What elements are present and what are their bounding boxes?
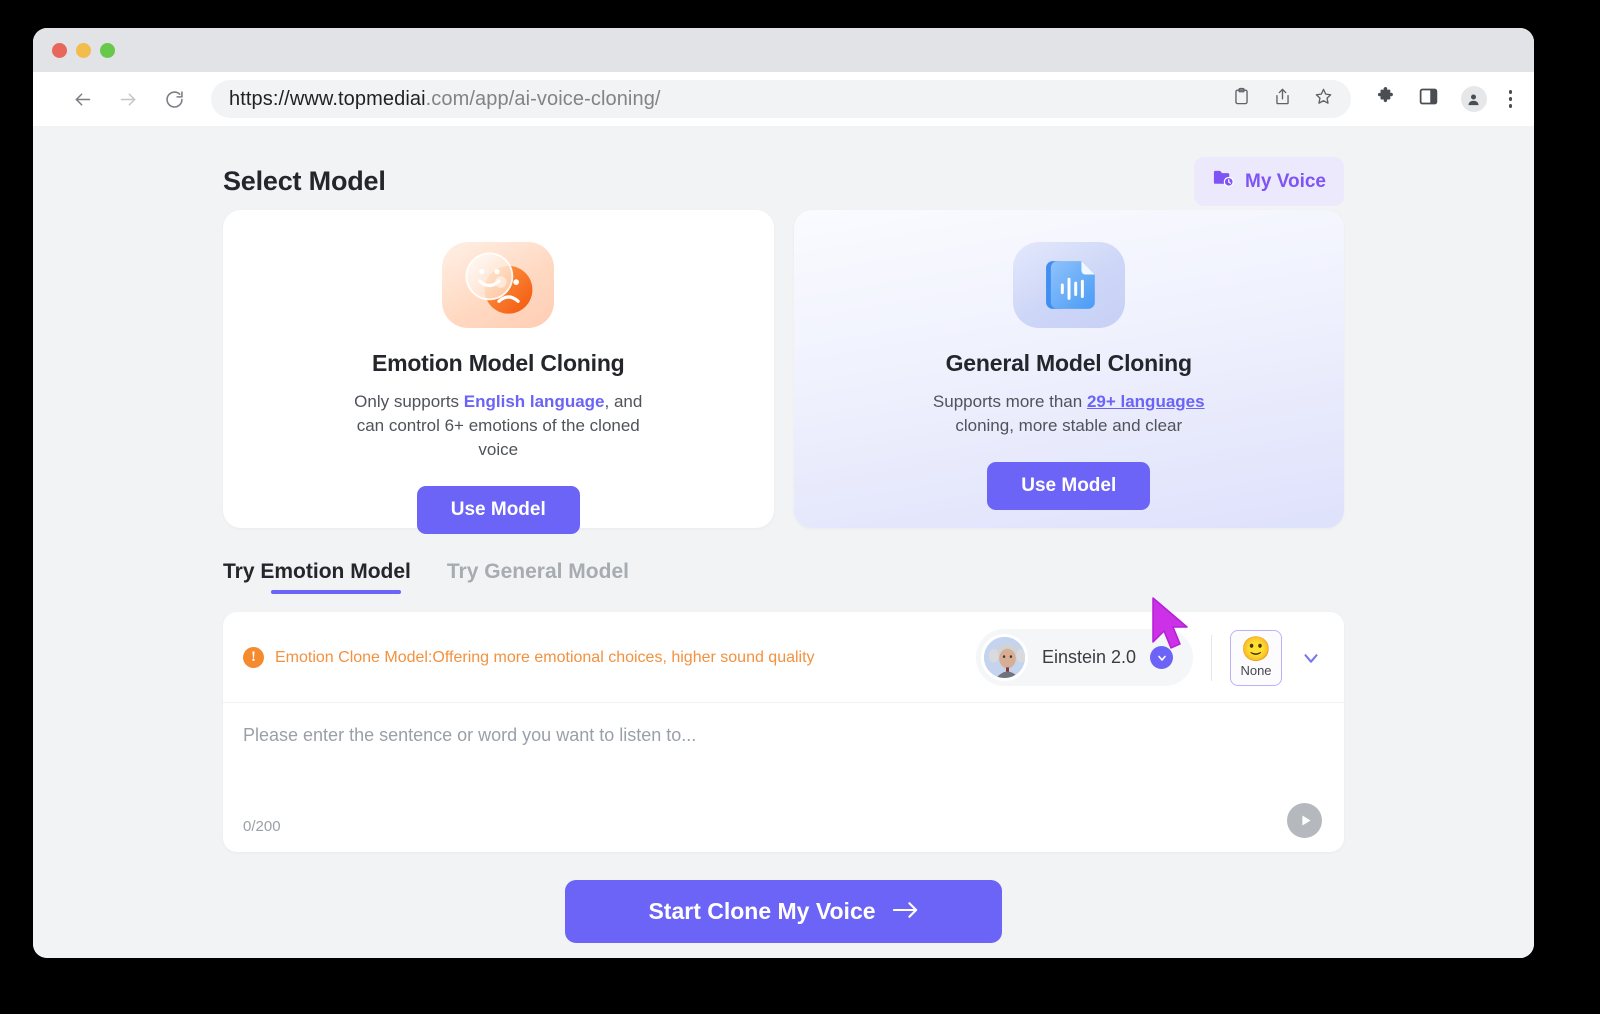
omnibox-icons bbox=[1232, 87, 1333, 111]
english-language-link[interactable]: English language bbox=[464, 392, 605, 411]
tab-try-general-model[interactable]: Try General Model bbox=[447, 560, 629, 594]
url-path: .com/app/ai-voice-cloning/ bbox=[425, 87, 661, 110]
emotion-label: None bbox=[1240, 662, 1272, 678]
desc-suffix: cloning, more stable and clear bbox=[955, 416, 1183, 436]
back-arrow-icon[interactable] bbox=[71, 88, 93, 110]
card-title: Emotion Model Cloning bbox=[371, 350, 625, 376]
tab-label: General Model bbox=[484, 560, 629, 583]
start-clone-my-voice-button[interactable]: Start Clone My Voice bbox=[565, 880, 1002, 943]
use-model-button-general[interactable]: Use Model bbox=[987, 462, 1151, 511]
reload-icon[interactable] bbox=[163, 88, 185, 110]
play-icon[interactable] bbox=[1287, 803, 1322, 838]
notice-text: Emotion Clone Model:Offering more emotio… bbox=[275, 648, 815, 666]
card-title: General Model Cloning bbox=[945, 350, 1192, 376]
cta-container: Start Clone My Voice bbox=[223, 880, 1344, 943]
emotion-faces-icon bbox=[442, 242, 555, 328]
share-icon[interactable] bbox=[1273, 87, 1292, 111]
model-card-list: Emotion Model Cloning Only supports Engl… bbox=[223, 210, 1344, 535]
emotion-chevron-down-icon[interactable] bbox=[1296, 647, 1322, 669]
emotion-selector[interactable]: 🙂 None bbox=[1230, 629, 1282, 686]
text-input-area[interactable]: Please enter the sentence or word you wa… bbox=[223, 703, 1344, 852]
profile-avatar-icon[interactable] bbox=[1460, 86, 1487, 112]
languages-link[interactable]: 29+ languages bbox=[1087, 392, 1205, 411]
model-tabs: Try Emotion Model Try General Model bbox=[223, 560, 1344, 594]
voice-name: Einstein 2.0 bbox=[1041, 647, 1136, 667]
arrow-right-icon bbox=[892, 898, 919, 925]
page-header: Select Model My Voice bbox=[223, 126, 1344, 206]
desc-prefix: Supports more than bbox=[932, 392, 1087, 411]
vertical-divider bbox=[1211, 634, 1212, 681]
smiley-emoji-icon: 🙂 bbox=[1241, 635, 1271, 663]
forward-arrow-icon[interactable] bbox=[117, 88, 139, 110]
url-text: https://www.topmediai.com/app/ai-voice-c… bbox=[229, 88, 661, 111]
tab-try-word: Try bbox=[446, 560, 479, 583]
kebab-menu-icon[interactable] bbox=[1508, 90, 1512, 108]
browser-tool-icons bbox=[1375, 86, 1512, 112]
text-input-placeholder: Please enter the sentence or word you wa… bbox=[243, 725, 697, 745]
url-domain: https://www.topmediai bbox=[229, 87, 426, 110]
chevron-down-icon[interactable] bbox=[1150, 646, 1173, 669]
navigation-buttons bbox=[71, 88, 185, 110]
page-title: Select Model bbox=[223, 166, 386, 196]
window-maximize-button[interactable] bbox=[100, 42, 115, 58]
audio-document-icon bbox=[1012, 242, 1125, 328]
tab-try-word: Try bbox=[223, 560, 255, 583]
window-close-button[interactable] bbox=[52, 42, 67, 58]
character-counter: 0/200 bbox=[243, 818, 281, 835]
address-bar[interactable]: https://www.topmediai.com/app/ai-voice-c… bbox=[211, 80, 1351, 118]
browser-window: https://www.topmediai.com/app/ai-voice-c… bbox=[33, 28, 1534, 958]
desc-prefix: Only supports bbox=[354, 392, 464, 411]
side-panel-icon[interactable] bbox=[1418, 86, 1439, 112]
tab-label: Emotion Model bbox=[260, 560, 411, 583]
page-content: Select Model My Voice Emotion Model Clon… bbox=[33, 126, 1534, 958]
window-minimize-button[interactable] bbox=[76, 42, 91, 58]
window-titlebar bbox=[33, 28, 1534, 72]
star-icon[interactable] bbox=[1314, 87, 1333, 111]
use-model-button-emotion[interactable]: Use Model bbox=[416, 486, 580, 535]
editor-toolbar: ! Emotion Clone Model:Offering more emot… bbox=[223, 612, 1344, 703]
voice-selector[interactable]: Einstein 2.0 bbox=[975, 629, 1193, 686]
puzzle-icon[interactable] bbox=[1375, 86, 1396, 112]
card-description: Supports more than 29+ languages cloning… bbox=[909, 390, 1229, 438]
einstein-portrait-avatar bbox=[980, 634, 1028, 681]
my-voice-button[interactable]: My Voice bbox=[1194, 157, 1344, 206]
tab-try-emotion-model[interactable]: Try Emotion Model bbox=[223, 560, 411, 594]
my-voice-label: My Voice bbox=[1245, 170, 1326, 192]
clipboard-icon[interactable] bbox=[1232, 87, 1251, 111]
model-card-general[interactable]: General Model Cloning Supports more than… bbox=[793, 210, 1344, 528]
tts-editor-panel: ! Emotion Clone Model:Offering more emot… bbox=[223, 612, 1344, 852]
card-description: Only supports English language, and can … bbox=[338, 390, 658, 462]
model-notice: ! Emotion Clone Model:Offering more emot… bbox=[243, 647, 962, 668]
warning-circle-icon: ! bbox=[243, 647, 264, 668]
model-card-emotion[interactable]: Emotion Model Cloning Only supports Engl… bbox=[223, 210, 774, 535]
browser-toolbar: https://www.topmediai.com/app/ai-voice-c… bbox=[33, 72, 1534, 126]
folder-clock-icon bbox=[1212, 167, 1235, 196]
cta-label: Start Clone My Voice bbox=[648, 898, 876, 924]
